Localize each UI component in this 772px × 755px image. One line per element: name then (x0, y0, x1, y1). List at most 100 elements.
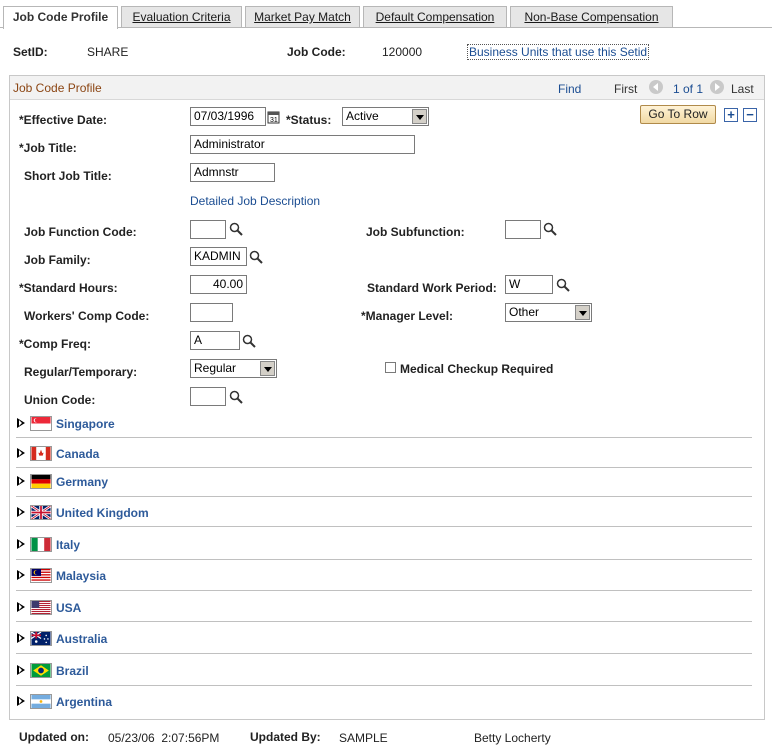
expand-arrow-icon (17, 633, 25, 643)
regular-temporary-select[interactable]: Regular (190, 359, 277, 378)
business-units-link[interactable]: Business Units that use this Setid (467, 44, 650, 60)
updated-on-label: Updated on: (19, 730, 89, 744)
italy-flag-icon (30, 537, 52, 552)
tab-market-pay-match[interactable]: Market Pay Match (245, 6, 360, 28)
standard-hours-input[interactable]: 40.00 (190, 275, 247, 294)
job-family-label: Job Family: (24, 253, 91, 267)
country-name[interactable]: Malaysia (56, 569, 106, 583)
argentina-flag-icon (30, 694, 52, 709)
country-name[interactable]: Italy (56, 538, 80, 552)
manager-level-select[interactable]: Other (505, 303, 592, 322)
job-subfunction-label: Job Subfunction: (366, 225, 465, 239)
updated-by-label: Updated By: (250, 730, 321, 744)
row-count: 1 of 1 (673, 82, 704, 96)
last-label[interactable]: Last (731, 82, 754, 96)
union-code-input[interactable] (190, 387, 226, 406)
job-title-label: *Job Title: (19, 141, 77, 155)
short-title-label: Short Job Title: (24, 169, 112, 183)
comp-freq-label: *Comp Freq: (19, 337, 91, 351)
country-separator (16, 621, 752, 622)
job-title-input[interactable]: Administrator (190, 135, 415, 154)
country-separator (16, 559, 752, 560)
country-separator (16, 526, 752, 527)
job-function-input[interactable] (190, 220, 226, 239)
short-title-input[interactable]: Admnstr (190, 163, 275, 182)
tab-job-code-profile[interactable]: Job Code Profile (3, 6, 118, 29)
jobcode-value: 120000 (382, 45, 423, 59)
medical-checkup-checkbox[interactable] (385, 362, 396, 373)
expand-arrow-icon (17, 696, 25, 706)
lookup-icon[interactable] (229, 390, 243, 404)
country-separator (16, 590, 752, 591)
country-separator (16, 685, 752, 686)
tab-evaluation-criteria[interactable]: Evaluation Criteria (121, 6, 242, 28)
country-name[interactable]: Argentina (56, 695, 112, 709)
go-to-row-button[interactable]: Go To Row (640, 105, 716, 124)
country-separator (16, 496, 752, 497)
tab-non-base-compensation[interactable]: Non-Base Compensation (510, 6, 673, 28)
detailed-job-description-link[interactable]: Detailed Job Description (190, 194, 320, 208)
expand-arrow-icon (17, 665, 25, 675)
standard-work-period-label: Standard Work Period: (367, 281, 497, 295)
previous-arrow-icon[interactable] (649, 80, 663, 94)
lookup-icon[interactable] (242, 334, 256, 348)
expand-arrow-icon (17, 507, 25, 517)
updated-by-name: Betty Locherty (474, 731, 551, 745)
updated-on-value: 05/23/06 2:07:56PM (108, 731, 220, 745)
job-family-input[interactable]: KADMIN (190, 247, 247, 266)
next-arrow-icon[interactable] (710, 80, 724, 94)
status-select[interactable]: Active (342, 107, 429, 126)
lookup-icon[interactable] (556, 278, 570, 292)
comp-freq-input[interactable]: A (190, 331, 240, 350)
expand-arrow-icon (17, 539, 25, 549)
country-name[interactable]: USA (56, 601, 81, 615)
add-row-icon[interactable]: + (724, 108, 738, 122)
chevron-down-icon (260, 361, 275, 376)
effective-date-input[interactable]: 07/03/1996 (190, 107, 266, 126)
expand-arrow-icon (17, 476, 25, 486)
country-name[interactable]: Singapore (56, 417, 115, 431)
lookup-icon[interactable] (249, 250, 263, 264)
singapore-flag-icon (30, 416, 52, 431)
union-code-label: Union Code: (24, 393, 96, 407)
updated-by-value: SAMPLE (339, 731, 388, 745)
lookup-icon[interactable] (543, 222, 557, 236)
standard-hours-label: *Standard Hours: (19, 281, 118, 295)
effective-date-label: *Effective Date: (19, 113, 108, 127)
calendar-icon[interactable]: 31 (267, 110, 281, 124)
country-name[interactable]: Australia (56, 632, 107, 646)
usa-flag-icon (30, 600, 52, 615)
status-label: *Status: (286, 113, 332, 127)
country-name[interactable]: Brazil (56, 664, 89, 678)
jobcode-label: Job Code: (287, 45, 346, 59)
country-name[interactable]: Germany (56, 475, 108, 489)
united-kingdom-flag-icon (30, 505, 52, 520)
chevron-down-icon (575, 305, 590, 320)
first-label[interactable]: First (614, 82, 637, 96)
manager-level-label: *Manager Level: (361, 309, 454, 323)
canada-flag-icon (30, 446, 52, 461)
job-code-profile-panel: Job Code Profile Find First 1 of 1 Last (9, 75, 765, 720)
country-separator (16, 467, 752, 468)
regular-temporary-label: Regular/Temporary: (24, 365, 138, 379)
expand-arrow-icon (17, 570, 25, 580)
country-separator (16, 437, 752, 438)
country-name[interactable]: United Kingdom (56, 506, 149, 520)
germany-flag-icon (30, 474, 52, 489)
expand-arrow-icon (17, 418, 25, 428)
workers-comp-input[interactable] (190, 303, 233, 322)
standard-work-period-input[interactable]: W (505, 275, 553, 294)
find-link[interactable]: Find (558, 82, 581, 96)
job-subfunction-input[interactable] (505, 220, 541, 239)
expand-arrow-icon (17, 448, 25, 458)
medical-checkup-label: Medical Checkup Required (400, 362, 554, 376)
country-name[interactable]: Canada (56, 447, 99, 461)
country-separator (16, 653, 752, 654)
panel-title: Job Code Profile (13, 81, 102, 95)
lookup-icon[interactable] (229, 222, 243, 236)
chevron-down-icon (412, 109, 427, 124)
tab-default-compensation[interactable]: Default Compensation (363, 6, 507, 28)
brazil-flag-icon (30, 663, 52, 678)
australia-flag-icon (30, 631, 52, 646)
delete-row-icon[interactable]: − (743, 108, 757, 122)
